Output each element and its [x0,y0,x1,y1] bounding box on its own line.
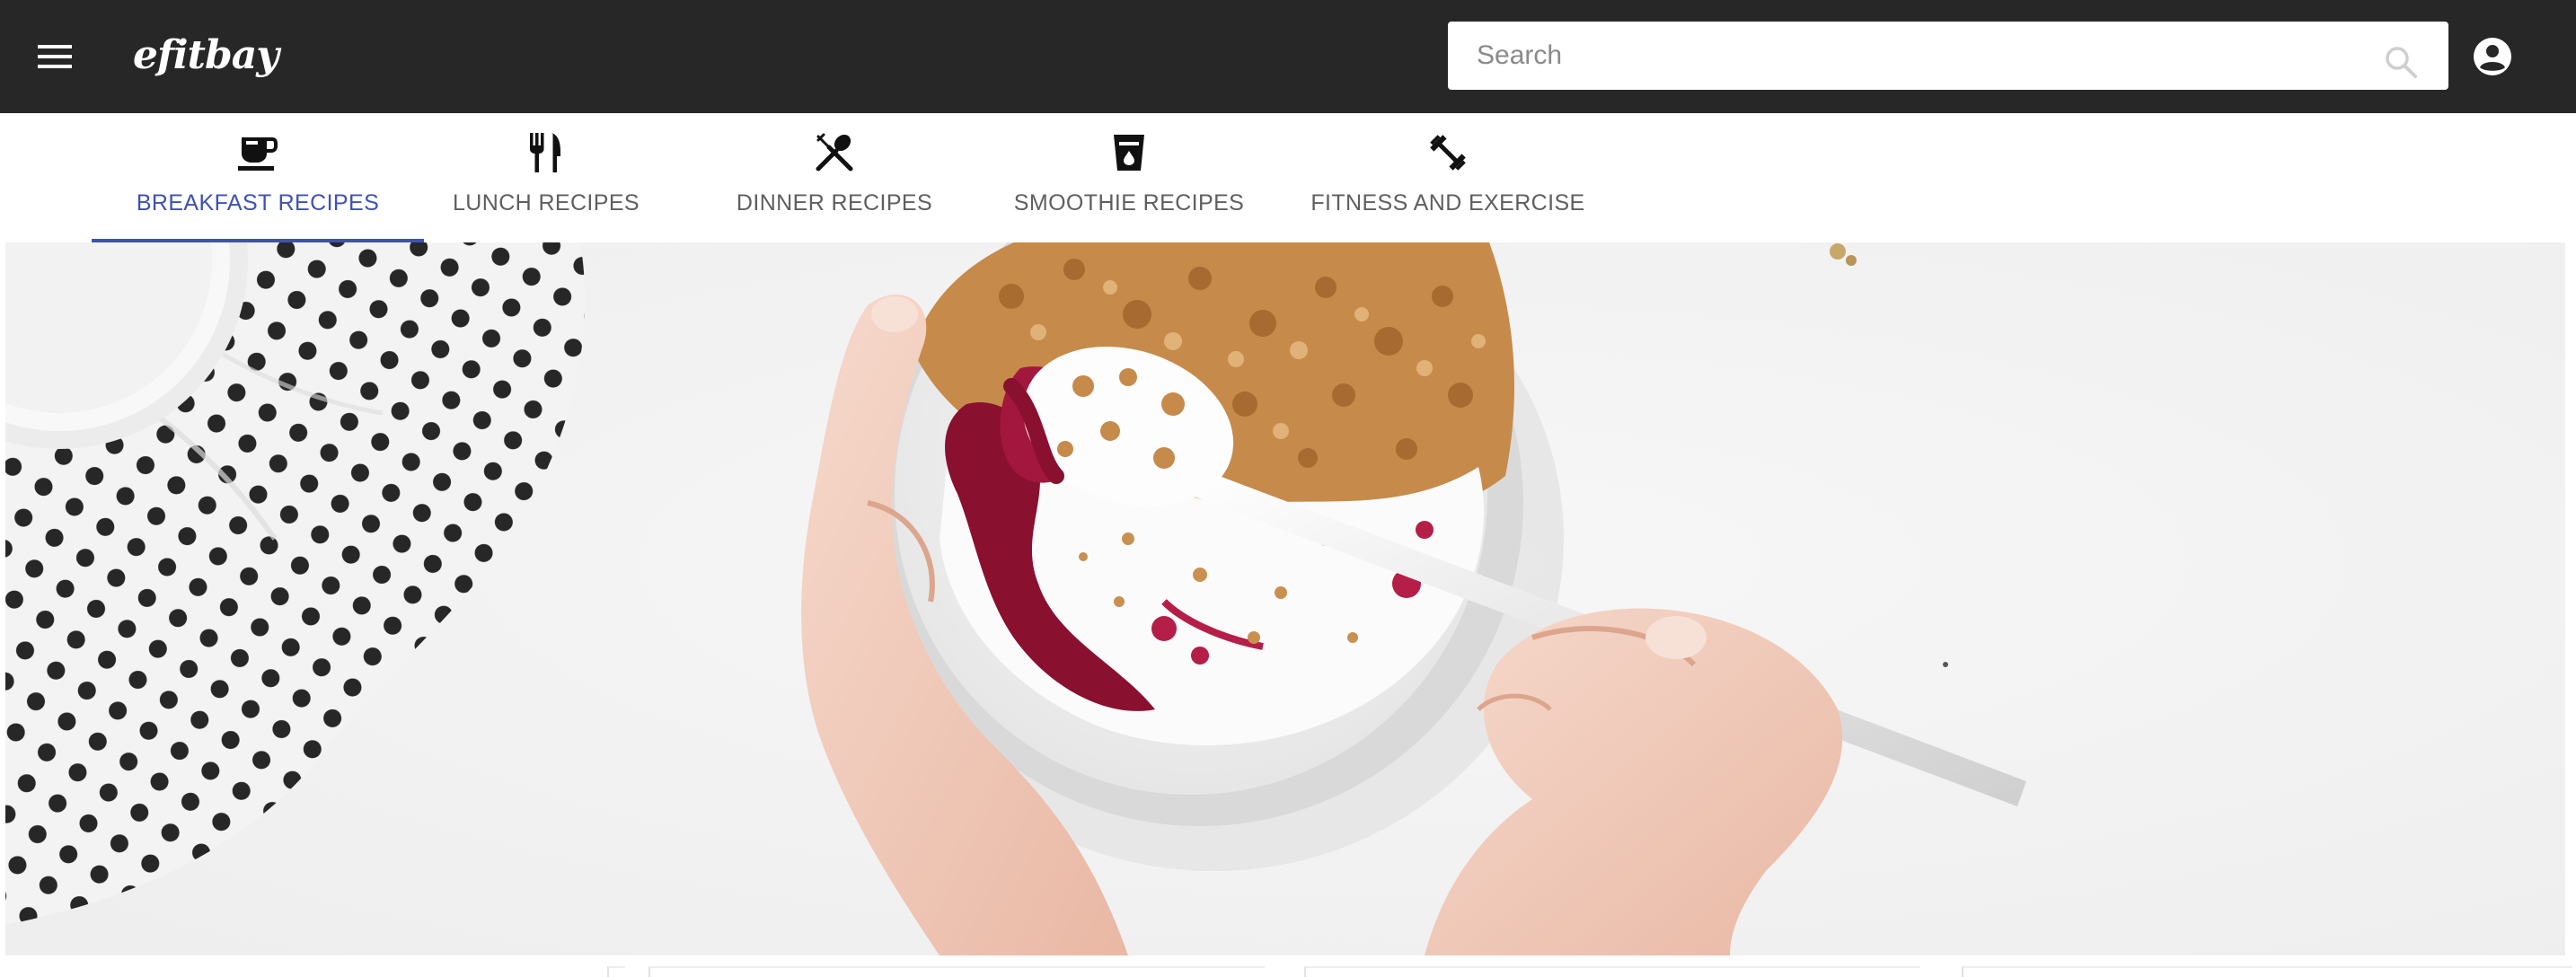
menu-button[interactable] [31,32,79,81]
tab-fitness-and-exercise[interactable]: FITNESS AND EXERCISE [1293,113,1602,242]
coffee-cup-icon [236,131,279,174]
tab-label: SMOOTHIE RECIPES [1013,190,1245,216]
tab-lunch-recipes[interactable]: LUNCH RECIPES [424,113,668,242]
tab-dinner-recipes[interactable]: DINNER RECIPES [706,113,963,242]
search-input[interactable] [1448,22,2346,90]
hero-image [5,242,2565,955]
search-button[interactable] [2380,41,2422,83]
search-bar [1448,22,2448,90]
category-tabs: BREAKFAST RECIPES LUNCH RECIPES DINNER R [0,113,2576,242]
dumbbell-icon [1426,131,1469,174]
app-bar: efitbay [0,0,2576,113]
account-button[interactable] [2468,32,2517,81]
tab-label: LUNCH RECIPES [452,190,640,216]
drink-cup-icon [1107,131,1151,174]
tab-label: DINNER RECIPES [736,190,933,216]
tab-smoothie-recipes[interactable]: SMOOTHIE RECIPES [999,113,1259,242]
fork-knife-icon [525,131,568,174]
tab-label: BREAKFAST RECIPES [136,190,380,216]
tab-label: FITNESS AND EXERCISE [1310,190,1585,216]
crossed-utensils-icon [813,131,856,174]
site-logo[interactable]: efitbay [133,27,279,84]
tab-breakfast-recipes[interactable]: BREAKFAST RECIPES [92,113,424,242]
card-edge [1304,966,1920,977]
account-circle-icon [2474,38,2511,75]
card-edge [607,966,625,977]
card-edge [648,966,1265,977]
search-icon [2386,47,2417,78]
card-edge [1962,966,2572,977]
hamburger-menu-icon [38,45,72,68]
